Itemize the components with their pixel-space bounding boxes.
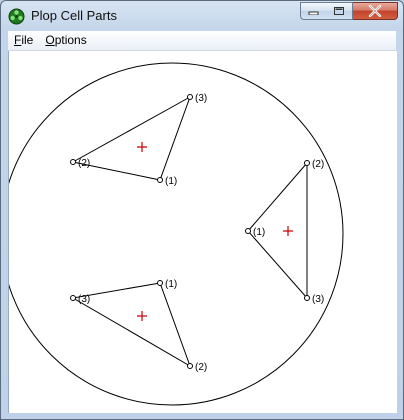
cell-part-triangle[interactable]: (2) (1) (3): [245, 159, 325, 305]
canvas-area[interactable]: (3) (2) (1) (2) (1) (3) (1) (3) (2): [8, 51, 397, 413]
vertex-label: (1): [165, 279, 177, 290]
vertex-handle[interactable]: [245, 228, 251, 234]
cell-part-triangle[interactable]: (1) (3) (2): [70, 279, 208, 373]
minimize-button[interactable]: [300, 2, 327, 20]
menu-file[interactable]: File: [8, 31, 39, 50]
app-icon[interactable]: [8, 8, 25, 25]
centroid-marker: [137, 142, 147, 152]
vertex-label: (3): [78, 294, 90, 305]
menu-options-accelerator: O: [45, 33, 55, 47]
menu-bar: File Options: [8, 31, 396, 51]
vertex-handle[interactable]: [157, 177, 163, 183]
vertex-label: (2): [78, 158, 90, 169]
vertex-label: (1): [253, 227, 265, 238]
menu-file-label: ile: [21, 33, 34, 47]
vertex-handle[interactable]: [187, 363, 193, 369]
vertex-handle[interactable]: [157, 280, 163, 286]
centroid-marker: [137, 311, 147, 321]
title-bar[interactable]: Plop Cell Parts: [1, 1, 403, 31]
maximize-button[interactable]: [326, 2, 353, 20]
vertex-handle[interactable]: [187, 94, 193, 100]
close-icon: [368, 5, 382, 17]
vertex-handle[interactable]: [304, 295, 310, 301]
centroid-marker: [283, 226, 293, 236]
vertex-handle[interactable]: [70, 295, 76, 301]
vertex-label: (3): [195, 93, 207, 104]
triangle-outline: [71, 282, 191, 368]
window-title: Plop Cell Parts: [31, 8, 117, 23]
vertex-label: (2): [312, 159, 324, 170]
vertex-label: (3): [312, 294, 324, 305]
cell-boundary-circle: [9, 62, 344, 406]
maximize-icon: [334, 7, 344, 15]
minimize-icon: [308, 11, 319, 15]
cell-part-triangle[interactable]: (3) (2) (1): [70, 93, 208, 187]
vertex-label: (1): [165, 176, 177, 187]
vertex-label: (2): [195, 362, 207, 373]
vertex-handle[interactable]: [304, 160, 310, 166]
app-window: Plop Cell Parts File Options (3) (2) (1)…: [0, 0, 404, 420]
cell-parts-canvas[interactable]: (3) (2) (1) (2) (1) (3) (1) (3) (2): [9, 51, 397, 413]
close-button[interactable]: [353, 2, 398, 20]
triangle-outline: [71, 95, 191, 181]
vertex-handle[interactable]: [70, 159, 76, 165]
menu-options[interactable]: Options: [39, 31, 92, 50]
menu-options-label: ptions: [54, 33, 87, 47]
